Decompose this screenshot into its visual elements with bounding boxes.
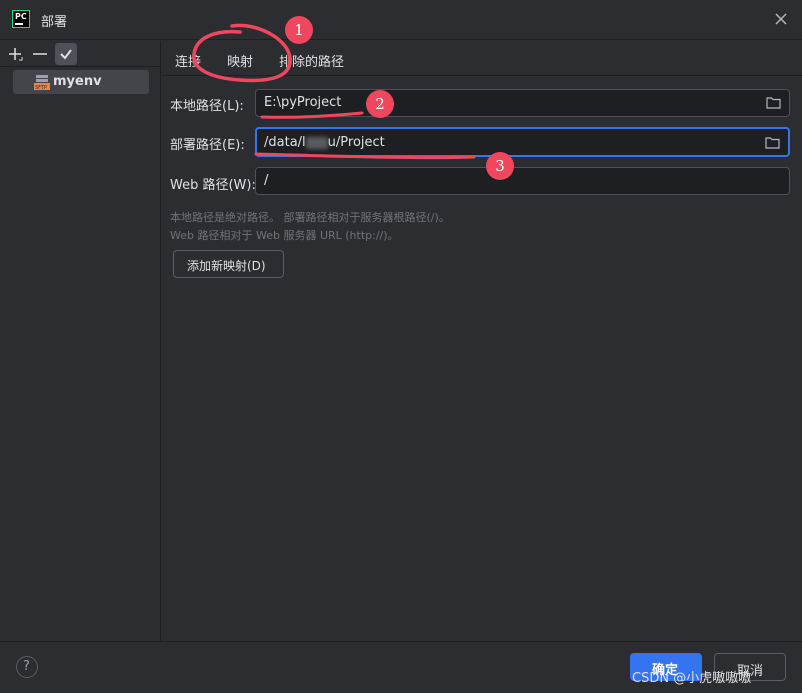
annotation-badge-2: 2 <box>366 90 394 118</box>
annotation-badge-1: 1 <box>285 16 313 44</box>
annotation-badge-3: 3 <box>486 152 514 180</box>
annotation-overlay <box>192 23 476 160</box>
